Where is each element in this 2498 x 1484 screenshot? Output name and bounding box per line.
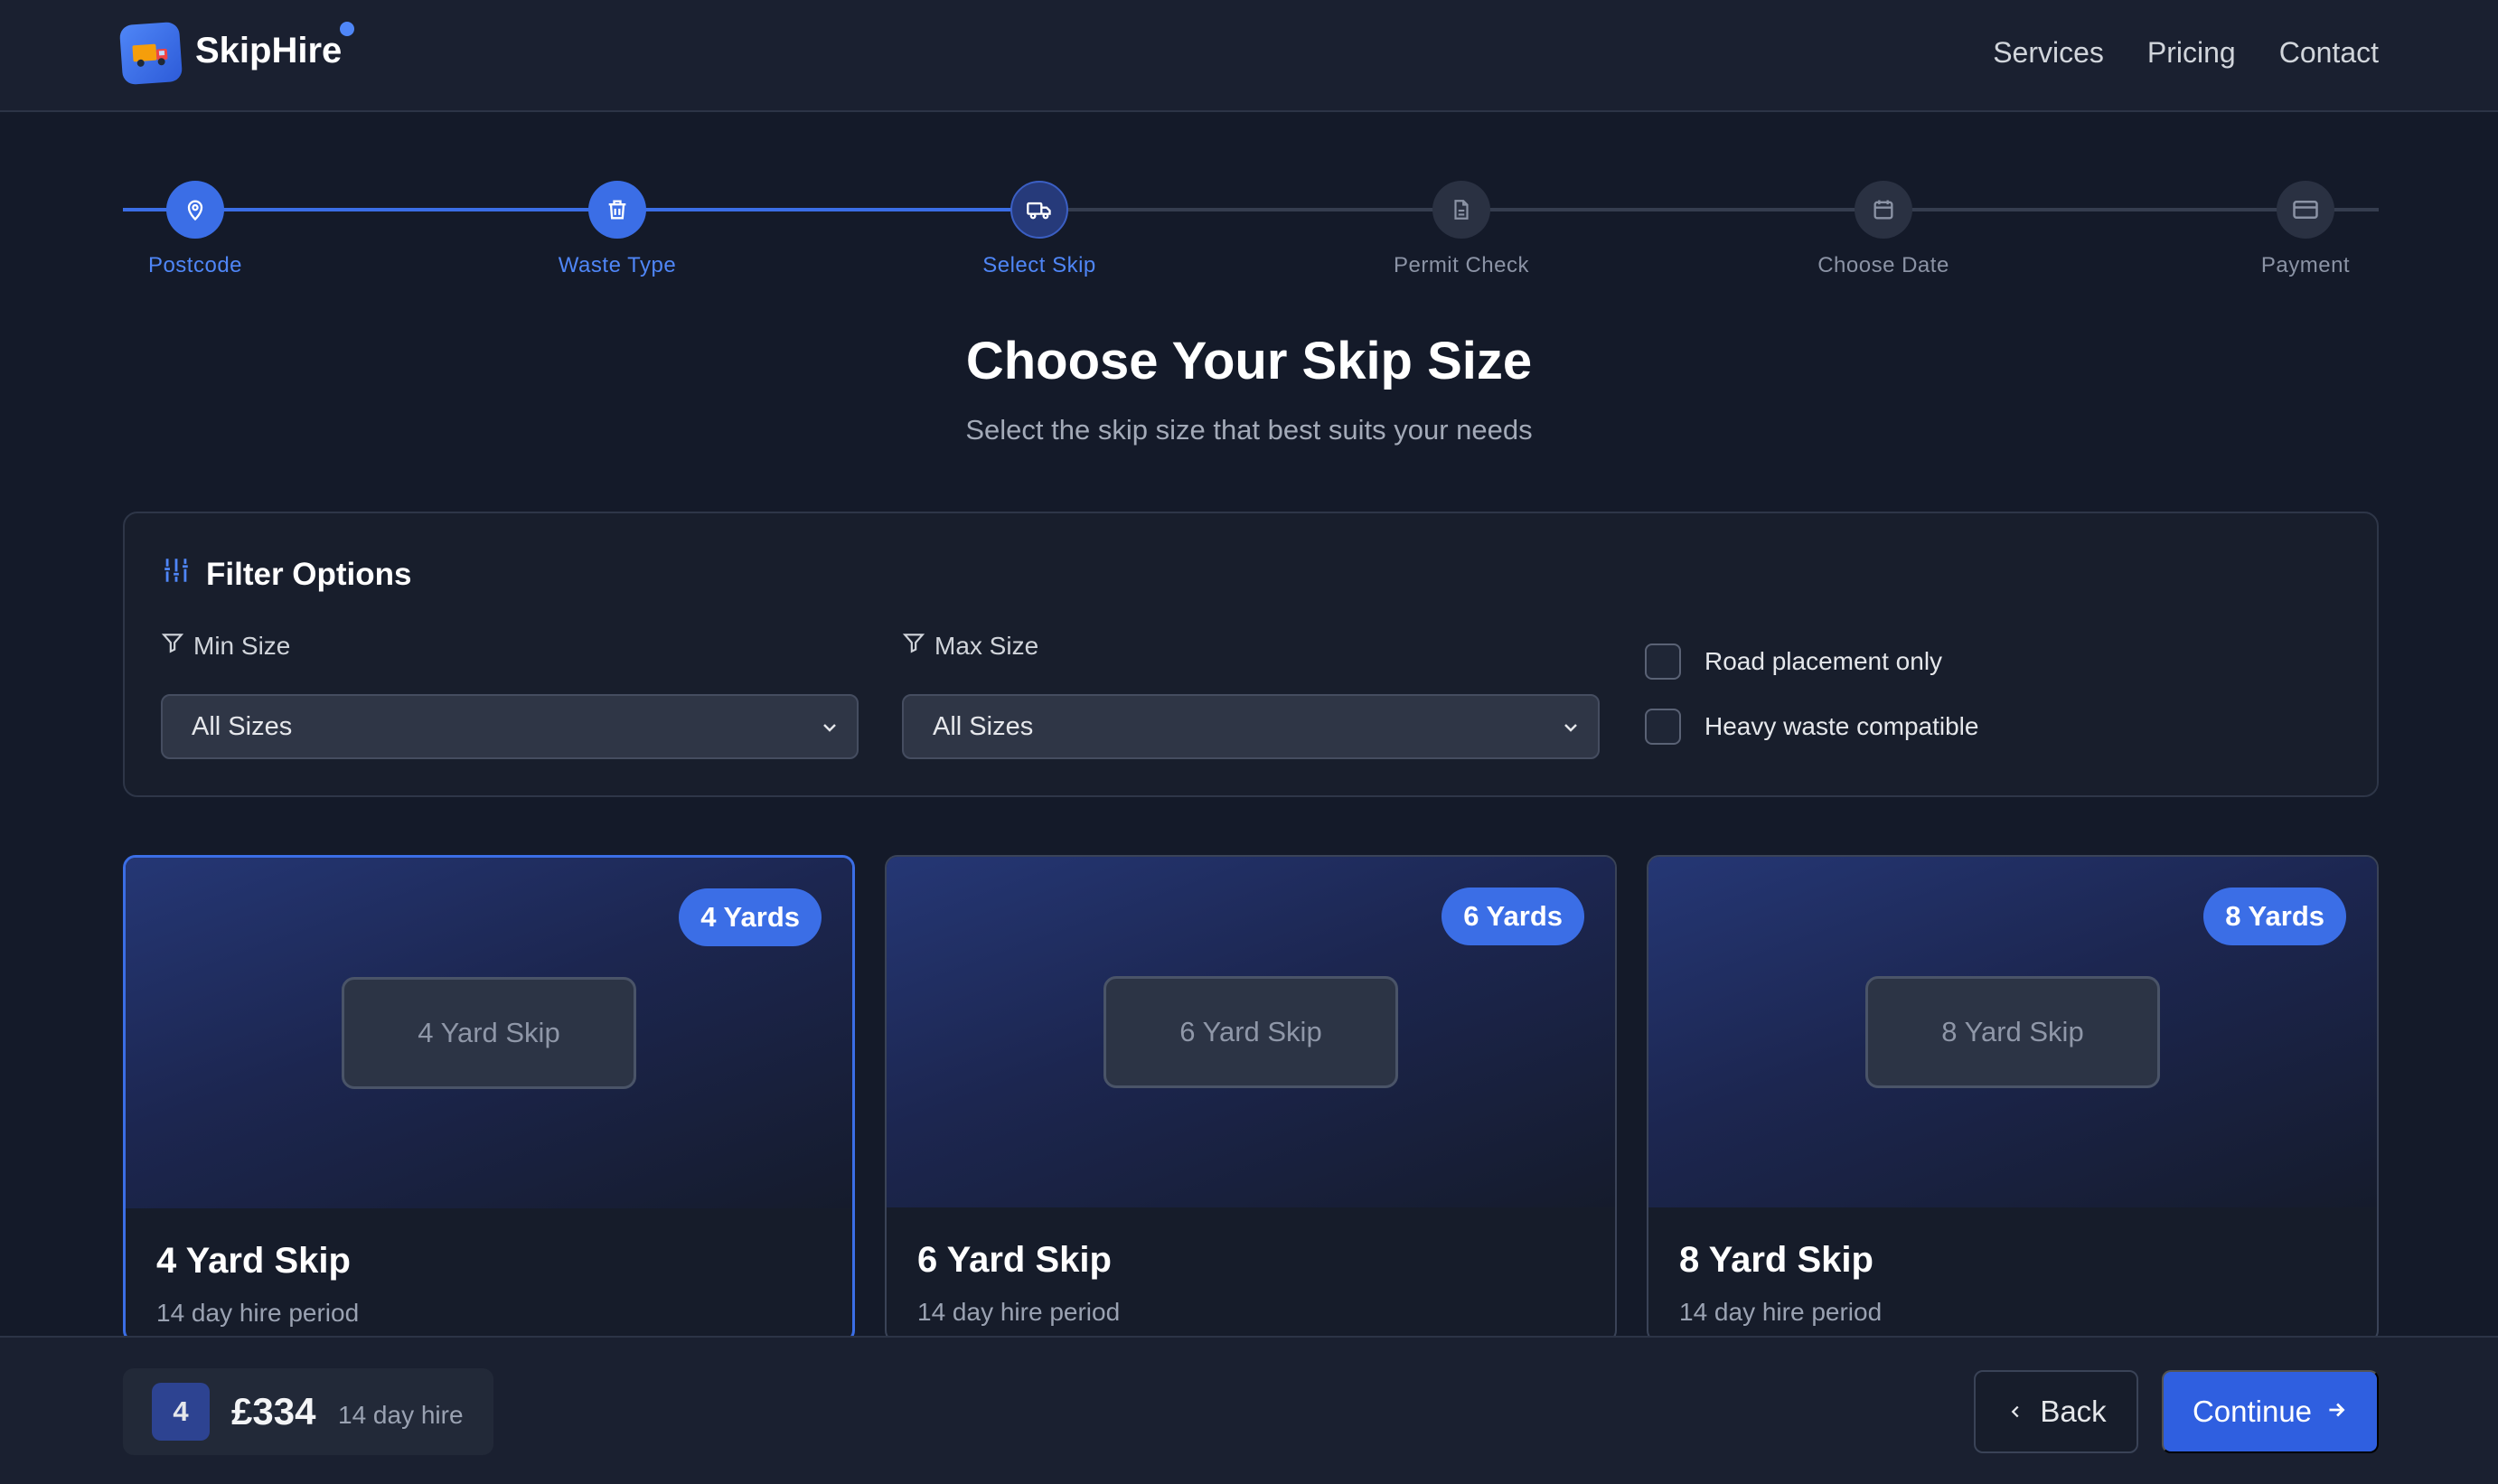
step-choose-date[interactable]: Choose Date [1793,181,1974,278]
funnel-icon [161,631,184,661]
credit-card-icon [2277,181,2334,239]
checkbox-box[interactable] [1645,643,1681,680]
selected-size-badge: 4 [152,1383,210,1441]
chevron-left-icon [2005,1395,2025,1429]
heavy-waste-label: Heavy waste compatible [1704,712,1979,740]
hire-period: 14 day hire period [917,1298,1121,1326]
skip-name: 6 Yard Skip [917,1240,1112,1280]
road-placement-checkbox[interactable]: Road placement only [1645,643,1942,680]
document-icon [1432,181,1490,239]
max-size-value: All Sizes [933,711,1034,741]
selected-hire-period: 14 day hire [338,1401,464,1429]
top-bar: SkipHire Services Pricing Contact [0,0,2498,112]
skip-name: 4 Yard Skip [156,1241,351,1281]
brand-name[interactable]: SkipHire [195,31,342,71]
max-size-label-text: Max Size [934,631,1039,660]
continue-button-label: Continue [2192,1395,2313,1428]
size-badge: 8 Yards [2203,888,2346,945]
skip-image-placeholder: 8 Yard Skip [1865,976,2160,1088]
chevron-down-icon [819,716,840,746]
road-placement-label: Road placement only [1704,647,1943,675]
step-select-skip[interactable]: Select Skip [949,181,1130,278]
filter-title: Filter Options [161,555,412,594]
skip-card-grid: 4 Yard Skip 4 Yards 4 Yard Skip 14 day h… [123,855,2379,1343]
step-waste-type[interactable]: Waste Type [527,181,708,278]
sliders-icon [161,555,192,594]
arrow-right-icon [2324,1395,2348,1429]
skip-image: 4 Yard Skip 4 Yards [126,858,852,1208]
funnel-icon [902,631,925,661]
step-label: Permit Check [1393,253,1530,277]
min-size-label-text: Min Size [193,631,291,660]
main-nav: Services Pricing Contact [1993,36,2379,70]
nav-contact[interactable]: Contact [2279,36,2379,70]
nav-services[interactable]: Services [1993,36,2104,70]
nav-pricing[interactable]: Pricing [2147,36,2236,70]
max-size-label: Max Size [902,631,1038,661]
skip-image-placeholder: 6 Yard Skip [1103,976,1398,1088]
step-postcode[interactable]: Postcode [105,181,286,278]
selection-summary: 4 £334 14 day hire [123,1368,493,1455]
truck-logo-icon[interactable] [118,21,183,86]
skip-card-6-yard[interactable]: 6 Yard Skip 6 Yards 6 Yard Skip 14 day h… [885,855,1617,1343]
step-label: Choose Date [1817,253,1949,277]
filter-panel: Filter Options Min Size All Sizes Max Si… [123,512,2379,797]
max-size-select[interactable]: All Sizes [902,694,1600,759]
truck-icon [1010,181,1068,239]
min-size-select[interactable]: All Sizes [161,694,859,759]
skip-image: 8 Yard Skip 8 Yards [1648,857,2377,1207]
step-payment[interactable]: Payment [2215,181,2396,278]
skip-card-8-yard[interactable]: 8 Yard Skip 8 Yards 8 Yard Skip 14 day h… [1647,855,2379,1343]
skip-image-placeholder: 4 Yard Skip [342,977,636,1089]
page-title: Choose Your Skip Size [965,332,1533,390]
continue-button[interactable]: Continue [2162,1370,2379,1453]
filter-title-text: Filter Options [206,556,412,592]
heavy-waste-checkbox[interactable]: Heavy waste compatible [1645,709,1978,745]
bottom-bar: 4 £334 14 day hire Back Continue [0,1336,2498,1484]
step-label: Waste Type [558,253,677,277]
chevron-down-icon [1560,716,1582,746]
progress-stepper: Postcode Waste Type Select Skip Permit C… [123,174,2379,282]
hire-period: 14 day hire period [1679,1298,1883,1326]
selected-price: £334 [231,1390,316,1432]
step-label: Select Skip [982,253,1096,277]
page-subtitle: Select the skip size that best suits you… [965,414,1533,446]
back-button[interactable]: Back [1974,1370,2138,1453]
map-pin-icon [166,181,224,239]
calendar-icon [1855,181,1912,239]
min-size-label: Min Size [161,631,290,661]
step-permit-check[interactable]: Permit Check [1371,181,1552,278]
trash-icon [588,181,646,239]
step-label: Payment [2260,253,2351,277]
skip-name: 8 Yard Skip [1679,1240,1874,1280]
size-badge: 6 Yards [1442,888,1584,945]
skip-card-4-yard[interactable]: 4 Yard Skip 4 Yards 4 Yard Skip 14 day h… [123,855,855,1343]
min-size-value: All Sizes [192,711,293,741]
notification-dot [340,22,354,36]
size-badge: 4 Yards [679,888,822,946]
skip-image: 6 Yard Skip 6 Yards [887,857,1615,1207]
step-label: Postcode [147,253,243,277]
checkbox-box[interactable] [1645,709,1681,745]
hire-period: 14 day hire period [156,1299,360,1327]
back-button-label: Back [2040,1395,2107,1428]
